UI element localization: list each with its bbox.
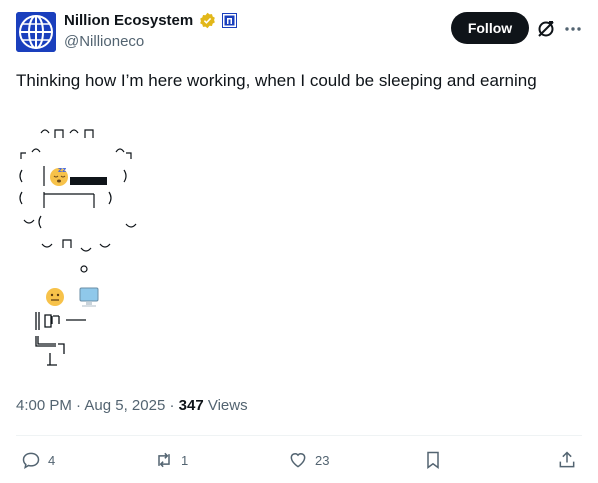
repost-count: 1 [181,452,189,468]
share-button[interactable] [557,449,577,471]
share-icon [559,451,575,468]
reply-icon [22,452,40,470]
tweet-date[interactable]: Aug 5, 2025 [84,397,165,414]
more-icon[interactable] [563,19,583,39]
author-name[interactable]: Nillion Ecosystem [64,12,193,29]
tweet-timestamp[interactable]: 4:00 PM · Aug 5, 2025 · 347 Views [16,397,248,414]
repost-icon [158,452,170,468]
separator: · [169,397,175,414]
globe-logo-icon [16,12,56,52]
views-count: 347 [178,397,204,414]
views-label: Views [207,397,248,414]
reply-count: 4 [48,452,56,468]
verified-badge-icon [200,12,216,29]
tweet-text: Thinking how I’m here working, when I co… [16,71,537,90]
follow-button[interactable]: Follow [451,12,529,44]
svg-text:zz: zz [58,166,66,174]
heart-icon [290,453,306,468]
like-count: 23 [315,452,330,468]
sleeping-working-art: zz [19,129,137,366]
separator: · [76,397,82,414]
repost-button[interactable]: 1 [154,449,188,471]
grok-icon[interactable] [536,19,556,39]
reply-button[interactable]: 4 [21,449,55,471]
author-handle[interactable]: @Nillioneco [64,33,144,50]
affiliate-badge-icon[interactable] [222,13,238,28]
author-avatar[interactable] [16,12,56,52]
author-name-row[interactable]: Nillion Ecosystem [64,12,238,29]
tweet-time[interactable]: 4:00 PM [16,397,72,414]
bookmark-button[interactable] [423,449,443,471]
like-button[interactable]: 23 [288,449,329,471]
bookmark-icon [427,451,439,469]
divider [16,435,582,436]
